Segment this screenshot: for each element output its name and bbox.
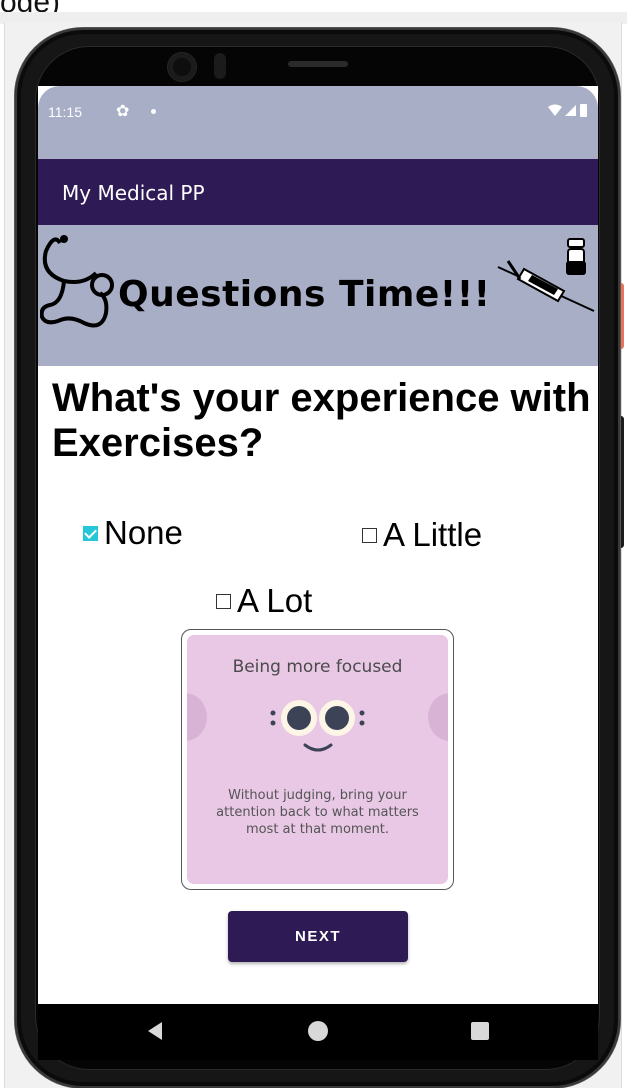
back-icon[interactable] [148, 1022, 162, 1040]
checkbox-icon[interactable] [362, 527, 377, 543]
card-heading: Being more focused [232, 657, 403, 677]
syringe-icon [497, 238, 595, 312]
sensor-icon [214, 53, 226, 79]
card-surface: Being more focused Without judging, brin… [187, 635, 448, 884]
option-a-lot[interactable]: A Lot [216, 582, 312, 620]
navigation-bar [38, 1004, 598, 1060]
option-none[interactable]: None [83, 514, 183, 552]
status-bar: 11:15 ✿ [38, 86, 598, 159]
focused-face-icon [270, 700, 365, 752]
card-body: Without judging, bring your attention ba… [216, 788, 419, 837]
option-a-little[interactable]: A Little [362, 516, 482, 554]
stethoscope-icon [40, 235, 114, 328]
gear-icon: ✿ [116, 101, 130, 120]
signal-battery-icon [546, 103, 590, 123]
option-label: A Lot [237, 582, 313, 619]
notification-dot-icon [151, 109, 156, 114]
checkbox-icon[interactable] [216, 593, 231, 609]
camera-icon [168, 53, 196, 81]
decorative-blob [428, 693, 448, 741]
option-label: None [104, 514, 183, 551]
banner-title: Questions Time!!! [118, 274, 491, 315]
mindfulness-card: Being more focused Without judging, brin… [181, 629, 454, 890]
checkbox-checked-icon[interactable] [83, 525, 98, 541]
app-bar: My Medical PP [38, 159, 598, 225]
questions-banner: Questions Time!!! [38, 225, 598, 366]
option-label: A Little [383, 516, 483, 553]
speaker-grille [288, 61, 348, 67]
phone-screen: 11:15 ✿ My Medical PP Questions Time!!! [38, 86, 598, 1004]
recent-apps-icon[interactable] [471, 1022, 489, 1040]
home-icon[interactable] [308, 1021, 328, 1041]
app-title: My Medical PP [62, 181, 205, 205]
status-time: 11:15 [48, 104, 82, 120]
next-button[interactable]: NEXT [228, 911, 408, 962]
decorative-blob [187, 693, 207, 741]
question-text: What's your experience with Exercises? [52, 376, 591, 465]
